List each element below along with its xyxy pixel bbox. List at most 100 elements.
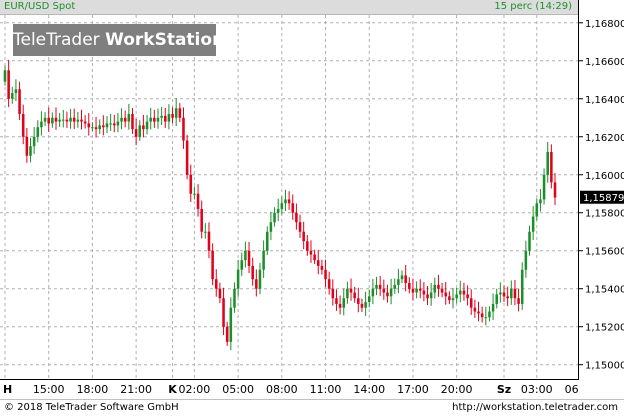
candle-body xyxy=(346,288,349,299)
x-tick-label: 08:00 xyxy=(266,383,298,396)
y-tick-label: 1,16000 xyxy=(585,171,624,182)
candle-body xyxy=(69,117,72,122)
candle-body xyxy=(207,231,211,251)
candle-body xyxy=(338,303,342,308)
candle-body xyxy=(520,269,524,304)
x-tick-label: 17:00 xyxy=(397,383,429,396)
x-axis-labels: H 15:00 18:00 21:00 K 02:00 05:00 08:00 11:00 14:… xyxy=(3,383,624,396)
candle-body xyxy=(284,199,287,204)
candle-body xyxy=(429,292,433,299)
y-tick-label: 1,15400 xyxy=(585,285,624,296)
candle-body xyxy=(142,125,145,130)
candle-body xyxy=(233,288,236,308)
x-axis[interactable]: H 15:00 18:00 21:00 K 02:00 05:00 08:00 11:00 14:… xyxy=(0,379,624,400)
y-axis[interactable]: 1,16800 1,16600 1,16400 1,16200 1,16000 1,158… xyxy=(578,0,624,380)
candle-body xyxy=(433,284,437,293)
x-tick-label: 11:00 xyxy=(310,383,342,396)
y-tick-label: 1,16600 xyxy=(585,57,624,68)
x-tick-label: H xyxy=(3,383,12,396)
candle-body xyxy=(513,288,517,299)
candle-body xyxy=(455,294,458,299)
candle-body xyxy=(302,231,305,242)
candle-body xyxy=(244,250,247,261)
candle-body xyxy=(426,294,429,299)
candle-body xyxy=(367,296,371,303)
candle-body xyxy=(127,113,131,122)
candle-body xyxy=(76,119,80,122)
candle-body xyxy=(83,121,87,124)
y-axis-labels: 1,16800 1,16600 1,16400 1,16200 1,16000 1,158… xyxy=(579,19,624,372)
candle-body xyxy=(550,151,553,183)
candle-body xyxy=(397,279,400,285)
candle-body xyxy=(459,290,462,295)
candle-body xyxy=(102,125,105,128)
candle-body xyxy=(11,93,14,99)
candle-body xyxy=(120,117,123,122)
candle-body xyxy=(189,174,193,194)
candle-body xyxy=(160,115,163,118)
candle-body xyxy=(112,123,116,126)
candle-body xyxy=(378,284,382,289)
candle-body xyxy=(98,125,101,130)
candle-body xyxy=(3,70,7,82)
candle-body xyxy=(364,302,367,308)
candle-body xyxy=(502,292,506,297)
candle-body xyxy=(236,269,240,289)
candle-body xyxy=(480,313,484,318)
candle-body xyxy=(386,292,389,297)
candle-body xyxy=(138,125,142,137)
candle-body xyxy=(553,182,557,198)
candle-body xyxy=(320,265,324,270)
y-tick-label: 1,15800 xyxy=(585,209,624,220)
candle-body xyxy=(7,70,10,99)
x-tick-label: 06:00 xyxy=(565,383,578,396)
candle-body xyxy=(542,174,546,200)
candle-body xyxy=(280,203,284,209)
candle-body xyxy=(21,113,25,137)
candle-body xyxy=(145,121,149,130)
price-chart[interactable] xyxy=(0,15,624,378)
candle-body xyxy=(91,127,94,129)
candle-body xyxy=(247,250,251,266)
candle-body xyxy=(185,140,189,175)
candle-body xyxy=(200,208,203,232)
candle-body xyxy=(440,288,444,293)
y-tick-label: 1,15000 xyxy=(585,361,624,372)
candle-body xyxy=(295,212,298,223)
candle-body xyxy=(251,265,254,280)
candle-body xyxy=(408,283,411,289)
candle-body xyxy=(484,317,488,319)
candle-body xyxy=(535,203,539,217)
interval-label[interactable]: 15 perc (14:29) xyxy=(494,1,572,12)
candle-body xyxy=(371,288,375,297)
plot-area[interactable] xyxy=(0,15,624,378)
candle-body xyxy=(411,288,415,293)
candle-body xyxy=(62,119,65,121)
candle-body xyxy=(389,288,393,297)
candle-body xyxy=(156,117,160,122)
candle-body xyxy=(229,307,233,342)
candle-body xyxy=(32,136,36,147)
candle-body xyxy=(273,212,276,223)
candle-body xyxy=(43,117,47,122)
candle-body xyxy=(211,250,214,280)
candle-body xyxy=(313,254,316,261)
candle-body xyxy=(167,113,171,122)
candle-body xyxy=(116,121,120,126)
candle-body xyxy=(171,113,174,118)
candle-body xyxy=(437,284,440,289)
candle-body xyxy=(25,136,29,156)
candle-body xyxy=(546,151,549,175)
candle-body xyxy=(360,303,364,308)
candle-body xyxy=(131,113,134,130)
x-tick-label: 21:00 xyxy=(120,383,152,396)
website-link[interactable]: http://workstation.teletrader.com xyxy=(452,402,618,413)
candle-body xyxy=(357,298,360,304)
y-tick-label: 1,15200 xyxy=(585,323,624,334)
instrument-title[interactable]: EUR/USD Spot xyxy=(4,1,75,12)
last-price-label: 1,15879 xyxy=(583,193,624,204)
candle-body xyxy=(309,250,313,255)
candle-body xyxy=(204,231,207,233)
candle-body xyxy=(14,89,18,94)
y-tick-label: 1,16400 xyxy=(585,95,624,106)
